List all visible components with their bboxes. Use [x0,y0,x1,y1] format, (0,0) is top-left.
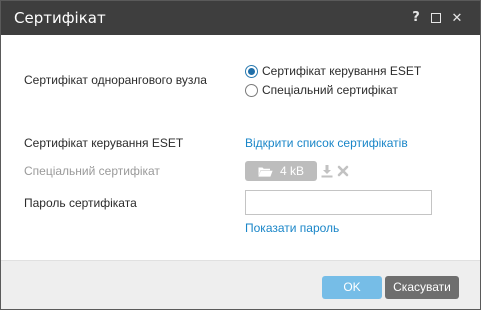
radio-eset-management-certificate[interactable]: Сертифікат керування ESET [245,63,421,79]
peer-certificate-label: Сертифікат однорангового вузла [24,73,207,87]
custom-certificate-label: Спеціальний сертифікат [24,164,160,178]
download-icon[interactable] [321,164,333,178]
ok-button[interactable]: OK [322,276,382,299]
cancel-button[interactable]: Скасувати [385,276,459,299]
help-icon[interactable]: ? [411,10,421,26]
dialog-titlebar: Сертифікат ? ✕ [1,1,480,35]
radio-button-checked[interactable] [245,64,258,78]
certificate-dialog: Сертифікат ? ✕ Сертифікат однорангового … [0,0,481,310]
radio-custom-certificate[interactable]: Спеціальний сертифікат [245,82,398,98]
eset-certificate-label: Сертифікат керування ESET [24,136,184,150]
radio-label: Спеціальний сертифікат [262,83,398,97]
upload-certificate-button[interactable]: 4 kB [245,161,317,181]
file-size: 4 kB [279,164,304,178]
certificate-password-input[interactable] [245,190,432,215]
folder-open-icon [258,167,273,177]
open-certificate-list-link[interactable]: Відкрити список сертифікатів [245,136,408,150]
radio-label: Сертифікат керування ESET [262,64,422,78]
maximize-icon[interactable] [431,10,443,26]
dialog-title: Сертифікат [14,9,106,27]
dialog-footer: OK Скасувати [1,260,480,309]
show-password-link[interactable]: Показати пароль [245,221,339,235]
certificate-password-label: Пароль сертифіката [24,196,137,210]
close-icon[interactable]: ✕ [450,10,464,26]
remove-icon[interactable] [337,164,349,178]
radio-button-unchecked[interactable] [245,83,258,97]
